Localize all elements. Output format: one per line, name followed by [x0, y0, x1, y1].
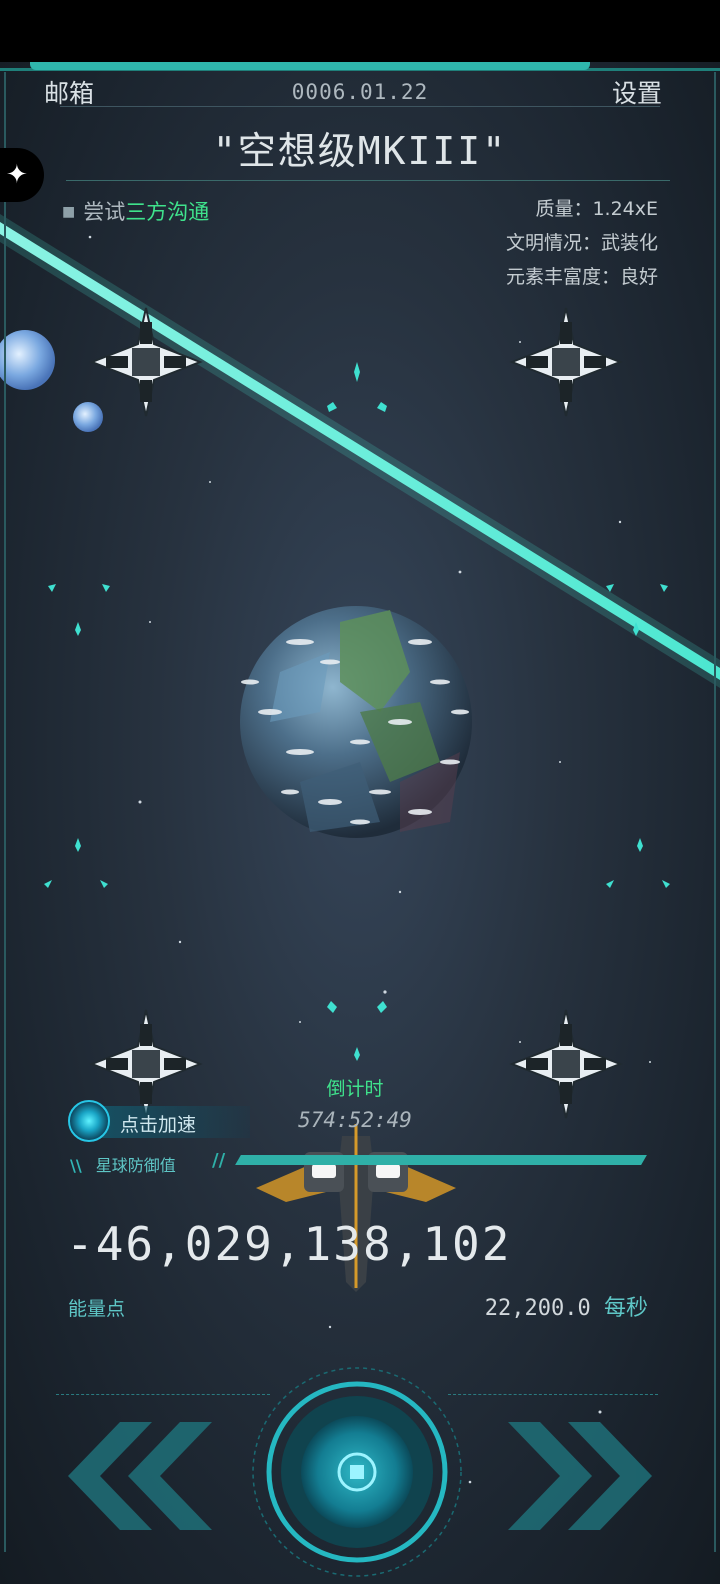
- bottom-divider-left: [56, 1394, 270, 1395]
- speedup-button[interactable]: 点击加速: [68, 1100, 250, 1144]
- energy-rate-unit: 每秒: [603, 1296, 648, 1321]
- status-bar: [0, 0, 720, 62]
- defense-bar-cap: //: [212, 1150, 226, 1171]
- moon-large[interactable]: [0, 330, 55, 390]
- defense-label: \\ 星球防御值: [70, 1156, 176, 1175]
- countdown-value: 574:52:49: [298, 1108, 412, 1132]
- defense-bar-fill: [235, 1155, 647, 1165]
- task-highlight: 三方沟通: [125, 200, 210, 224]
- speedup-icon: [68, 1100, 110, 1142]
- energy-rate: 22,200.0 每秒: [485, 1290, 648, 1322]
- satellite[interactable]: [89, 307, 203, 417]
- energy-label: 能量点: [68, 1298, 126, 1320]
- game-screen[interactable]: 邮箱 0006.01.22 设置 "空想级MKIII" ✦ ■ 尝试三方沟通 质量…: [0, 62, 720, 1584]
- task-prefix: 尝试: [83, 200, 126, 224]
- stat-elements: 元素丰富度：良好: [505, 266, 658, 288]
- planet-name: "空想级MKIII": [212, 129, 508, 173]
- bottom-divider-right: [448, 1394, 658, 1395]
- stat-civilization: 文明情况：武装化: [505, 232, 658, 254]
- side-frame-right: [714, 72, 716, 1552]
- center-button-icon[interactable]: [252, 1367, 462, 1577]
- space-scene: [0, 214, 720, 1577]
- satellite[interactable]: [509, 1009, 623, 1119]
- stat-mass: 质量：1.24xE: [535, 198, 658, 220]
- countdown-label: 倒计时: [326, 1078, 384, 1100]
- defense-label-text: 星球防御值: [95, 1156, 176, 1175]
- speedup-label: 点击加速: [120, 1114, 197, 1136]
- puzzle-icon: ✦: [6, 160, 28, 190]
- current-task[interactable]: ■ 尝试三方沟通: [62, 196, 209, 226]
- planet[interactable]: [240, 606, 472, 838]
- right-arrow-icon[interactable]: [508, 1422, 652, 1530]
- moon-small[interactable]: [73, 402, 103, 432]
- energy-rate-value: 22,200.0: [484, 1296, 591, 1321]
- left-arrow-icon[interactable]: [68, 1422, 212, 1530]
- bullet-icon: ■: [62, 204, 76, 220]
- side-frame-left: [4, 72, 6, 1552]
- satellite[interactable]: [509, 307, 623, 417]
- title-divider: [66, 180, 670, 181]
- header-divider: [60, 106, 660, 107]
- energy-value: -46,029,138,102: [66, 1217, 512, 1271]
- settings-button[interactable]: 设置: [612, 74, 662, 110]
